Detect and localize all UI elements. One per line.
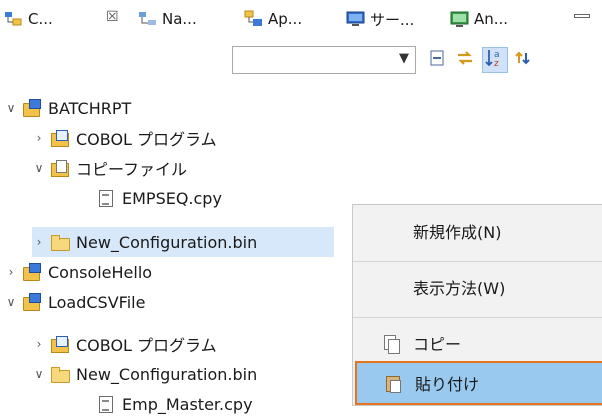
chevron-down-icon[interactable]: ∨	[32, 367, 46, 381]
tree-item-consolehello[interactable]: › ConsoleHello	[4, 257, 152, 287]
tab-label: サー...	[370, 10, 415, 29]
tree-item-copybook[interactable]: ∨ コピーファイル	[32, 153, 187, 183]
view-tab-bar: C... ☒ Na... Ap... サー... An...	[0, 0, 602, 34]
tree-item-emp-master[interactable]: Emp_Master.cpy	[96, 389, 253, 419]
menu-item-paste[interactable]: 貼り付け	[355, 361, 602, 405]
tree-item-new-configuration[interactable]: › New_Configuration.bin	[32, 227, 334, 257]
folder-icon	[50, 365, 70, 383]
sort-az-icon: az	[484, 48, 506, 72]
tree-item-new-configuration-2[interactable]: ∨ New_Configuration.bin	[32, 359, 258, 389]
view-menu-button[interactable]	[510, 47, 536, 73]
cobol-project-icon	[22, 99, 42, 117]
menu-item-show-in[interactable]: 表示方法(W)	[353, 267, 602, 307]
tab-server[interactable]: サー...	[346, 6, 414, 32]
tree-item-label: LoadCSVFile	[48, 292, 146, 312]
chevron-down-icon[interactable]: ∨	[4, 295, 18, 309]
tree-item-cobol-program-2[interactable]: › COBOL プログラム	[32, 329, 217, 359]
server-icon	[346, 10, 366, 28]
application-icon	[244, 10, 264, 28]
chevron-right-icon[interactable]: ›	[32, 131, 46, 145]
menu-item-label: 表示方法(W)	[413, 279, 506, 298]
tree-item-loadcsvfile[interactable]: ∨ LoadCSVFile	[4, 287, 146, 317]
menu-item-new[interactable]: 新規作成(N)	[353, 211, 602, 251]
chevron-right-icon[interactable]: ›	[32, 235, 46, 249]
tree-item-label: EMPSEQ.cpy	[122, 188, 222, 208]
tree-item-batchrpt[interactable]: ∨ BATCHRPT	[4, 93, 132, 123]
copybook-file-icon	[96, 189, 116, 207]
sort-button[interactable]: az	[482, 47, 508, 73]
tab-analysis[interactable]: An...	[450, 6, 508, 32]
copybook-file-icon	[96, 395, 116, 413]
chevron-down-icon[interactable]: ▼	[399, 51, 409, 66]
chevron-right-icon[interactable]: ›	[32, 337, 46, 351]
cobol-program-folder-icon	[50, 129, 70, 147]
tab-label: Ap...	[268, 10, 303, 28]
link-with-editor-button[interactable]	[452, 47, 478, 73]
collapse-all-button[interactable]	[424, 47, 450, 73]
tree-item-label: Emp_Master.cpy	[122, 394, 253, 414]
menu-item-label: コピー	[413, 335, 462, 354]
copy-icon	[383, 334, 400, 354]
link-icon	[455, 49, 475, 71]
tree-item-empseq[interactable]: EMPSEQ.cpy	[96, 183, 222, 213]
chevron-down-icon[interactable]: ∨	[32, 161, 46, 175]
svg-text:z: z	[494, 59, 499, 68]
navigator-icon	[138, 10, 158, 28]
analysis-icon	[450, 10, 470, 28]
tree-item-label: COBOL プログラム	[76, 130, 217, 149]
cobol-program-folder-icon	[50, 335, 70, 353]
tree-item-cobol-program[interactable]: › COBOL プログラム	[37, 123, 217, 153]
tree-item-label: コピーファイル	[76, 160, 188, 179]
tab-label: Na...	[162, 10, 197, 28]
context-menu: 新規作成(N) 表示方法(W) コピー 貼り付け	[352, 204, 602, 406]
chevron-right-icon[interactable]: ›	[4, 265, 18, 279]
tab-label: C...	[28, 10, 53, 28]
tab-label: An...	[474, 10, 509, 28]
tab-cobol-explorer[interactable]: C...	[4, 6, 53, 32]
filter-combo[interactable]: ▼	[232, 46, 416, 74]
minimize-button[interactable]	[574, 14, 590, 18]
menu-separator	[353, 261, 602, 262]
close-icon[interactable]: ☒	[106, 9, 119, 25]
cobol-project-icon	[22, 263, 42, 281]
menu-item-copy[interactable]: コピー	[353, 323, 602, 363]
menu-separator	[353, 317, 602, 318]
tab-navigator[interactable]: Na...	[138, 6, 197, 32]
tree-item-label: ConsoleHello	[48, 262, 153, 282]
tree-item-label: New_Configuration.bin	[76, 364, 258, 384]
cobol-project-icon	[22, 293, 42, 311]
project-explorer-icon	[4, 10, 24, 28]
tab-application[interactable]: Ap...	[244, 6, 302, 32]
chevron-down-icon[interactable]: ∨	[4, 101, 18, 115]
paste-icon	[385, 374, 401, 393]
tree-item-label: New_Configuration.bin	[76, 232, 258, 252]
tree-item-label: COBOL プログラム	[76, 336, 217, 355]
up-down-arrows-icon	[513, 49, 533, 71]
copybook-folder-icon	[50, 159, 70, 177]
collapse-all-icon	[428, 49, 446, 71]
folder-icon	[50, 233, 70, 251]
menu-item-label: 貼り付け	[415, 375, 480, 394]
tree-item-label: BATCHRPT	[48, 98, 132, 118]
menu-item-label: 新規作成(N)	[413, 223, 502, 242]
